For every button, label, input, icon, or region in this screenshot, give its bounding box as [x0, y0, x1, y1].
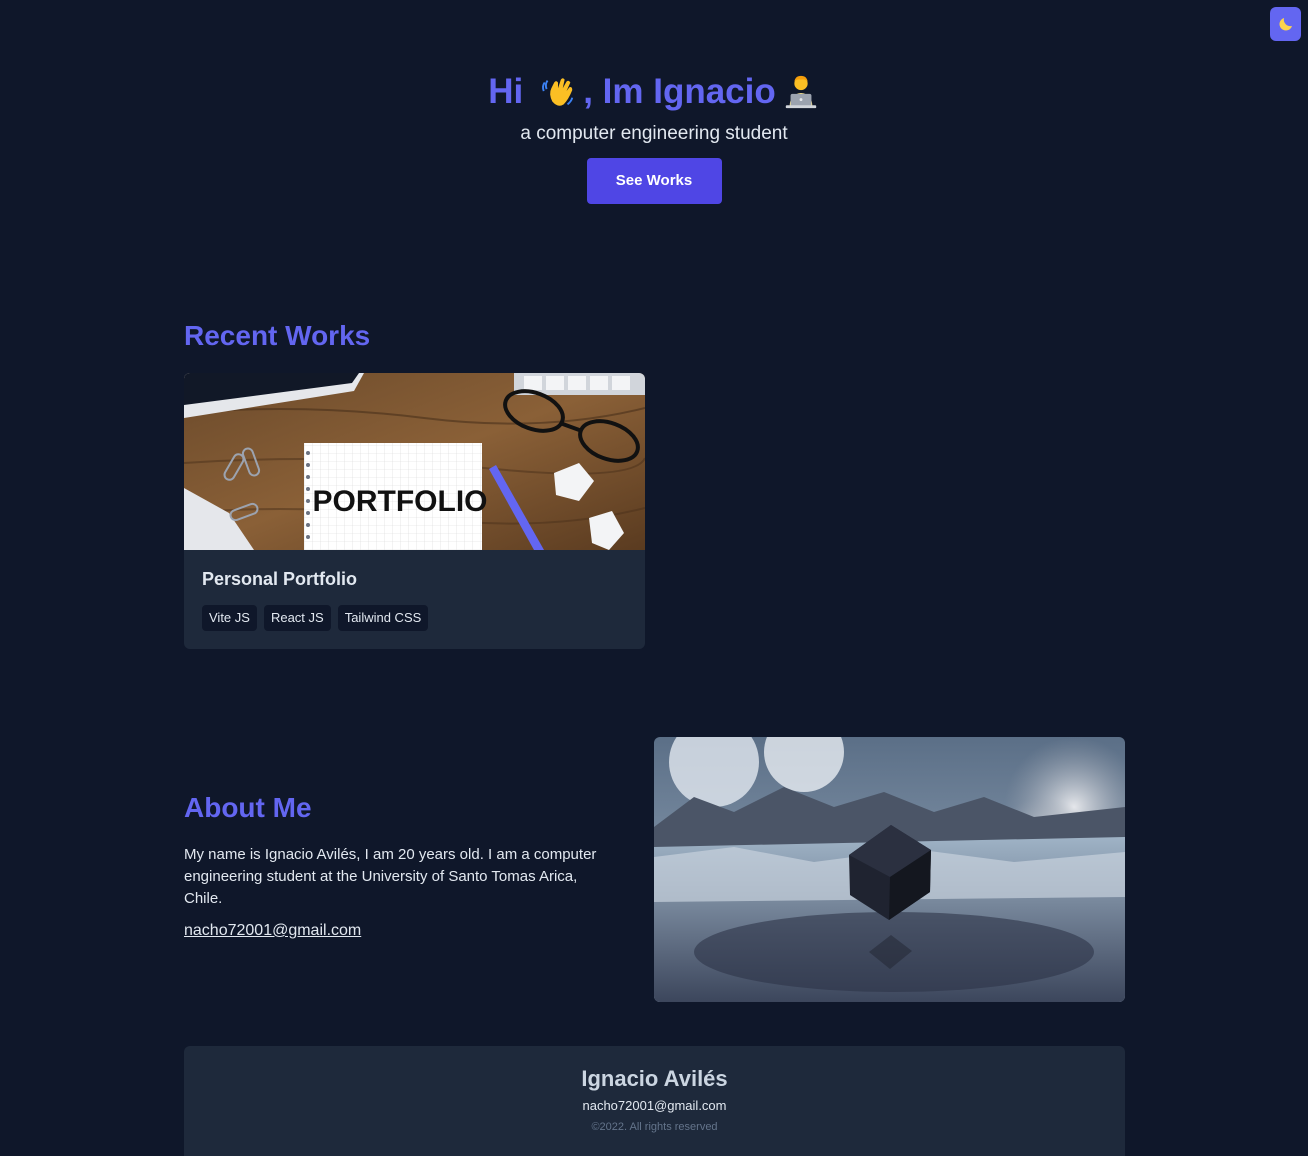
recent-works-title: Recent Works [184, 320, 371, 351]
project-title: Personal Portfolio [202, 569, 358, 589]
about-image [654, 737, 1125, 1002]
project-thumbnail: PORTFOLIO [184, 373, 645, 550]
hero-section: Hi , Im Ignacio a computer engineering s… [0, 70, 1308, 204]
hero-name: , Im Ignacio [583, 72, 776, 111]
hero-subtitle: a computer engineering student [520, 123, 788, 144]
thumbnail-text: PORTFOLIO [313, 485, 488, 518]
project-tags: Vite JS React JS Tailwind CSS [202, 605, 429, 631]
hero-greeting: Hi [488, 72, 524, 111]
project-card[interactable]: PORTFOLIO Personal Portfolio Vite JS Rea… [184, 373, 645, 649]
technologist-icon [782, 73, 820, 111]
theme-toggle-button[interactable] [1270, 7, 1301, 41]
footer-email: nacho72001@gmail.com [582, 1098, 727, 1113]
moon-icon [1278, 18, 1292, 31]
see-works-button[interactable]: See Works [586, 158, 722, 204]
hero-title: Hi , Im Ignacio [0, 70, 1308, 114]
waving-hand-icon [539, 73, 577, 111]
tag-react: React JS [263, 605, 331, 631]
about-title: About Me [184, 792, 312, 823]
tag-vite: Vite JS [202, 605, 257, 631]
footer: Ignacio Avilés nacho72001@gmail.com ©202… [184, 1046, 1125, 1156]
footer-name: Ignacio Avilés [581, 1066, 728, 1091]
about-description: My name is Ignacio Avilés, I am 20 years… [184, 846, 597, 907]
tag-tailwind: Tailwind CSS [337, 605, 429, 631]
about-email-link[interactable]: nacho72001@gmail.com [184, 922, 361, 940]
footer-copyright: ©2022. All rights reserved [591, 1121, 718, 1133]
